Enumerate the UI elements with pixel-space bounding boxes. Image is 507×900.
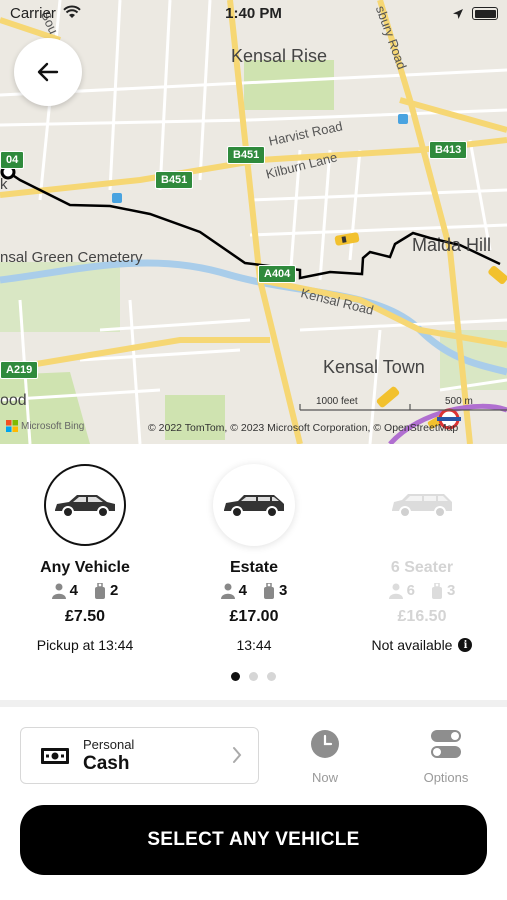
vehicle-name: Estate xyxy=(229,559,279,576)
vehicle-price: £16.50 xyxy=(397,608,447,625)
payment-type: Personal xyxy=(83,736,135,752)
info-icon[interactable]: i xyxy=(458,638,473,652)
map-label: nsal Green Cemetery xyxy=(0,249,143,266)
sedan-icon xyxy=(55,495,115,518)
carousel-page-indicator[interactable] xyxy=(0,672,507,681)
page-dot[interactable] xyxy=(267,672,276,681)
chevron-right-icon xyxy=(233,747,242,763)
luggage-icon xyxy=(264,582,274,599)
pickup-time-button[interactable]: Now xyxy=(285,729,365,785)
scale-meters: 500 m xyxy=(445,396,473,407)
options-button[interactable]: Options xyxy=(406,729,486,785)
map-label: k xyxy=(0,176,8,193)
taxi-icon xyxy=(488,265,507,285)
vehicle-price: £17.00 xyxy=(229,608,279,625)
luggage-icon xyxy=(95,582,105,599)
page-dot[interactable] xyxy=(231,672,240,681)
vehicle-availability: Not available i xyxy=(347,637,497,653)
vehicle-pickup-time: 13:44 xyxy=(236,637,272,653)
clock-icon xyxy=(311,730,339,758)
scale-feet: 1000 feet xyxy=(316,396,358,407)
road-shield: A404 xyxy=(258,265,297,283)
vehicle-avatar xyxy=(44,464,126,546)
road-shield: B451 xyxy=(155,171,194,189)
vehicle-capacity: 6 3 xyxy=(347,582,497,599)
minivan-icon xyxy=(392,494,452,518)
map-label: Maida Hill xyxy=(412,235,492,255)
arrow-left-icon xyxy=(37,62,59,82)
battery-icon xyxy=(472,7,498,20)
section-divider xyxy=(0,700,507,707)
vehicle-name: Any Vehicle xyxy=(40,559,130,576)
taxi-icon xyxy=(376,386,400,408)
status-bar: Carrier 1:40 PM xyxy=(0,0,507,28)
back-button[interactable] xyxy=(14,38,82,106)
vehicle-name: 6 Seater xyxy=(390,559,454,576)
map-label: Kensal Rise xyxy=(231,46,328,66)
cash-icon xyxy=(41,747,69,764)
vehicle-avatar xyxy=(381,464,463,546)
road-shield: B413 xyxy=(429,141,468,159)
page-dot[interactable] xyxy=(249,672,258,681)
vehicle-price: £7.50 xyxy=(64,608,106,625)
passenger-icon xyxy=(220,583,235,599)
select-vehicle-button[interactable]: SELECT ANY VEHICLE xyxy=(20,805,487,875)
bing-logo: Microsoft Bing xyxy=(6,420,84,432)
payment-method-selector[interactable]: Personal Cash xyxy=(20,727,259,784)
payment-method: Cash xyxy=(83,752,130,774)
clock: 1:40 PM xyxy=(225,5,282,22)
options-label: Options xyxy=(423,770,469,785)
vehicle-pickup-time: Pickup at 13:44 xyxy=(36,637,134,653)
map-label: Kensal Town xyxy=(323,357,425,377)
map-copyright: © 2022 TomTom, © 2023 Microsoft Corporat… xyxy=(148,422,459,434)
map-label: ood xyxy=(0,392,27,409)
vehicle-capacity: 4 3 xyxy=(179,582,329,599)
vehicle-avatar xyxy=(213,464,295,546)
vehicle-carousel[interactable]: Any Vehicle 4 2 £7.50 Pickup at 13:44 Es… xyxy=(0,444,507,700)
microsoft-logo-icon xyxy=(6,420,18,432)
road-shield: 04 xyxy=(0,151,25,169)
location-arrow-icon xyxy=(452,7,464,25)
toggles-icon xyxy=(431,730,461,758)
vehicle-option-any[interactable]: Any Vehicle 4 2 £7.50 Pickup at 13:44 xyxy=(10,464,160,653)
passenger-icon xyxy=(51,583,66,599)
now-label: Now xyxy=(311,770,338,785)
vehicle-option-estate[interactable]: Estate 4 3 £17.00 13:44 xyxy=(179,464,329,653)
passenger-icon xyxy=(388,583,403,599)
taxi-icon xyxy=(334,232,360,246)
estate-car-icon xyxy=(224,495,284,518)
road-shield: B451 xyxy=(227,146,266,164)
vehicle-option-6-seater[interactable]: 6 Seater 6 3 £16.50 Not available i xyxy=(347,464,497,653)
luggage-icon xyxy=(432,582,442,599)
vehicle-capacity: 4 2 xyxy=(10,582,160,599)
road-shield: A219 xyxy=(0,361,39,379)
